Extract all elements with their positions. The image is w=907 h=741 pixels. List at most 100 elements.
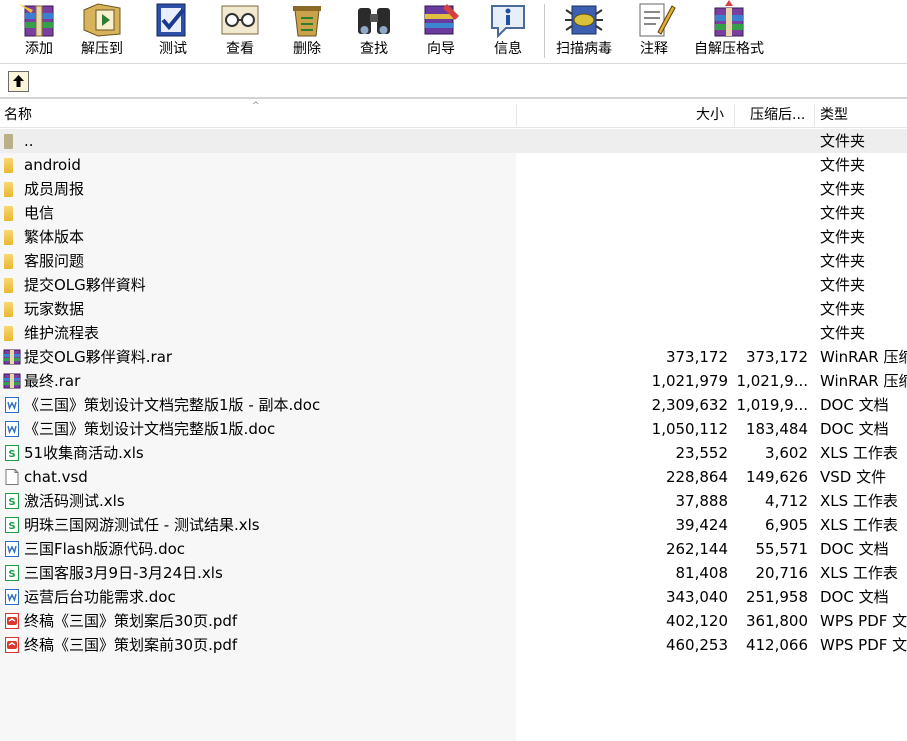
file-row[interactable]: S 三国客服3月9日-3月24日.xls 81,408 20,716 XLS 工作表	[0, 561, 907, 585]
column-header-name[interactable]: 名称	[4, 102, 32, 128]
file-type: WPS PDF 文档	[820, 636, 907, 654]
file-row[interactable]: 提交OLG夥伴資料.rar 373,172 373,172 WinRAR 压缩	[0, 345, 907, 369]
delete-button[interactable]: 删除	[285, 0, 329, 62]
find-button[interactable]: 查找	[352, 0, 396, 62]
folder-row[interactable]: 提交OLG夥伴資料 文件夹	[0, 273, 907, 297]
file-packed-size: 1,019,9...	[736, 396, 808, 414]
svg-text:S: S	[8, 497, 15, 508]
view-glasses-icon	[218, 0, 262, 38]
wizard-icon	[419, 0, 463, 38]
word-document-icon	[3, 396, 21, 414]
file-type: 文件夹	[820, 252, 866, 270]
file-size: 37,888	[675, 492, 729, 510]
info-icon	[486, 0, 530, 39]
file-size: 39,424	[675, 516, 729, 534]
view-button[interactable]: 查看	[218, 0, 262, 62]
file-row[interactable]: 运营后台功能需求.doc 343,040 251,958 DOC 文档	[0, 585, 907, 609]
wizard-button[interactable]: 向导	[419, 0, 463, 62]
file-row[interactable]: S 激活码测试.xls 37,888 4,712 XLS 工作表	[0, 489, 907, 513]
file-row[interactable]: S 51收集商活动.xls 23,552 3,602 XLS 工作表	[0, 441, 907, 465]
file-name: 三国Flash版源代码.doc	[24, 540, 186, 558]
svg-text:S: S	[8, 449, 15, 460]
test-button-label: 测试	[159, 41, 187, 57]
folder-row[interactable]: 客服问题 文件夹	[0, 249, 907, 273]
file-name: 明珠三国网游测试任 - 测试结果.xls	[24, 516, 260, 534]
delete-recycle-icon	[285, 0, 329, 38]
file-name: 三国客服3月9日-3月24日.xls	[24, 564, 223, 582]
info-button[interactable]: 信息	[486, 0, 530, 62]
file-name: 客服问题	[24, 252, 85, 270]
file-name: 51收集商活动.xls	[24, 444, 144, 462]
column-divider[interactable]	[734, 104, 735, 126]
scan-virus-button-label: 扫描病毒	[556, 41, 612, 57]
view-button-label: 查看	[226, 41, 254, 57]
folder-row[interactable]: .. 文件夹	[0, 129, 907, 153]
spreadsheet-icon: S	[3, 564, 21, 582]
file-row[interactable]: S 明珠三国网游测试任 - 测试结果.xls 39,424 6,905 XLS 工作表	[0, 513, 907, 537]
file-list[interactable]: .. 文件夹 android 文件夹 成员周报 文件夹 电信 文件夹 繁体版本 文件夹 客服问题 文件…	[0, 129, 907, 741]
file-row[interactable]: 三国Flash版源代码.doc 262,144 55,571 DOC 文档	[0, 537, 907, 561]
file-name: 终稿《三国》策划案后30页.pdf	[24, 612, 238, 630]
file-row[interactable]: 最终.rar 1,021,979 1,021,9... WinRAR 压缩	[0, 369, 907, 393]
folder-row[interactable]: 维护流程表 文件夹	[0, 321, 907, 345]
file-size: 1,021,979	[651, 372, 728, 390]
file-row[interactable]: 终稿《三国》策划案后30页.pdf 402,120 361,800 WPS PDF 文…	[0, 609, 907, 633]
svg-text:S: S	[8, 521, 15, 532]
add-button[interactable]: 添加	[17, 0, 61, 62]
blank-file-icon	[3, 468, 21, 486]
file-type: WinRAR 压缩	[820, 372, 907, 390]
scan-virus-button[interactable]: 扫描病毒	[556, 0, 612, 62]
file-name: 成员周报	[24, 180, 85, 198]
test-button[interactable]: 测试	[151, 0, 195, 62]
folder-row[interactable]: 玩家数据 文件夹	[0, 297, 907, 321]
folder-row[interactable]: android 文件夹	[0, 153, 907, 177]
file-packed-size: 361,800	[745, 612, 808, 630]
file-type: WPS PDF 文档	[820, 612, 907, 630]
file-size: 262,144	[665, 540, 728, 558]
file-type: 文件夹	[820, 300, 866, 318]
file-size: 23,552	[675, 444, 729, 462]
file-size: 1,050,112	[651, 420, 728, 438]
file-type: XLS 工作表	[820, 564, 898, 582]
file-packed-size: 3,602	[765, 444, 808, 462]
folder-row[interactable]: 成员周报 文件夹	[0, 177, 907, 201]
file-size: 373,172	[665, 348, 728, 366]
toolbar: 添加 解压到 测试 查看 删除 查找 向导 信息 扫描病毒 注释 自解压格式	[0, 0, 907, 64]
column-header-packed[interactable]: 压缩后...	[750, 102, 805, 128]
up-folder-button[interactable]	[8, 71, 29, 92]
comment-button[interactable]: 注释	[632, 0, 676, 62]
file-name: 电信	[24, 204, 55, 222]
file-type: XLS 工作表	[820, 492, 898, 510]
sfx-button[interactable]: 自解压格式	[694, 0, 764, 62]
column-divider[interactable]	[814, 104, 815, 126]
pdf-document-icon	[3, 612, 21, 630]
file-size: 2,309,632	[651, 396, 728, 414]
file-size: 460,253	[665, 636, 728, 654]
folder-icon	[4, 182, 13, 197]
pdf-document-icon	[3, 636, 21, 654]
file-packed-size: 251,958	[745, 588, 808, 606]
file-row[interactable]: chat.vsd 228,864 149,626 VSD 文件	[0, 465, 907, 489]
file-type: DOC 文档	[820, 540, 889, 558]
file-packed-size: 149,626	[745, 468, 808, 486]
folder-row[interactable]: 电信 文件夹	[0, 201, 907, 225]
extract-to-icon	[80, 0, 124, 38]
rar-archive-icon	[3, 372, 21, 390]
file-row[interactable]: 《三国》策划设计文档完整版1版 - 副本.doc 2,309,632 1,019,9…	[0, 393, 907, 417]
extract-to-button[interactable]: 解压到	[80, 0, 124, 62]
spreadsheet-icon: S	[3, 492, 21, 510]
column-header-type[interactable]: 类型	[820, 102, 848, 128]
file-name: 提交OLG夥伴資料.rar	[24, 348, 173, 366]
word-document-icon	[3, 420, 21, 438]
column-header-size[interactable]: 大小	[696, 102, 724, 128]
file-name: 提交OLG夥伴資料	[24, 276, 146, 294]
folder-row[interactable]: 繁体版本 文件夹	[0, 225, 907, 249]
file-packed-size: 412,066	[745, 636, 808, 654]
file-type: 文件夹	[820, 228, 866, 246]
file-name: ..	[24, 132, 34, 150]
file-row[interactable]: 《三国》策划设计文档完整版1版.doc 1,050,112 183,484 DOC 文…	[0, 417, 907, 441]
word-document-icon	[3, 588, 21, 606]
file-row[interactable]: 终稿《三国》策划案前30页.pdf 460,253 412,066 WPS PDF 文…	[0, 633, 907, 657]
info-button-label: 信息	[494, 41, 522, 57]
column-divider[interactable]	[516, 104, 517, 126]
